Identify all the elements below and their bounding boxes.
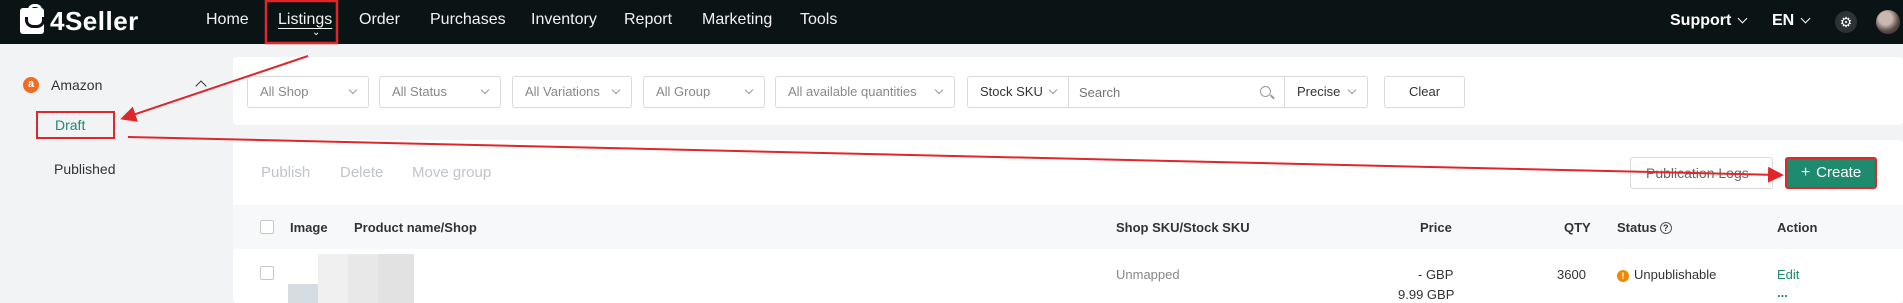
language-label: EN (1772, 12, 1795, 29)
amazon-icon: a (23, 77, 39, 93)
support-label: Support (1670, 12, 1732, 29)
column-product: Product name/Shop (354, 220, 477, 235)
shopping-bag-icon (20, 4, 45, 34)
sidebar: a Amazon Draft Published (0, 44, 220, 303)
chevron-down-icon: ⌄ (312, 27, 321, 38)
group-filter-value: All Group (656, 84, 711, 99)
nav-tools[interactable]: Tools (800, 0, 837, 44)
column-action: Action (1777, 220, 1818, 235)
shop-filter-value: All Shop (260, 84, 309, 99)
edit-link[interactable]: Edit (1777, 267, 1799, 282)
create-button[interactable]: + Create (1785, 157, 1877, 189)
nav-home[interactable]: Home (206, 0, 249, 44)
chevron-down-icon (1737, 13, 1748, 24)
status-badge: ! Unpublishable (1617, 267, 1716, 282)
match-mode-select[interactable]: Precise (1284, 76, 1368, 108)
more-actions-link[interactable]: ... (1777, 285, 1788, 300)
column-status: Status? (1617, 220, 1672, 235)
create-label: Create (1816, 164, 1862, 181)
support-menu[interactable]: Support (1670, 0, 1748, 44)
user-avatar[interactable] (1876, 10, 1900, 34)
nav-report[interactable]: Report (624, 0, 672, 44)
group-filter-select[interactable]: All Group (643, 76, 765, 108)
quantity-filter-select[interactable]: All available quantities (775, 76, 955, 108)
help-icon[interactable]: ? (1659, 222, 1672, 234)
chevron-down-icon (1347, 85, 1357, 95)
nav-marketing[interactable]: Marketing (702, 0, 772, 44)
publication-logs-label: Publication Logs (1646, 165, 1749, 181)
product-thumbnail (288, 254, 414, 303)
top-navigation-bar: 4Seller Home Listings ⌄ Order Purchases … (0, 0, 1903, 44)
language-menu[interactable]: EN (1772, 0, 1811, 44)
sidebar-item-draft[interactable]: Draft (36, 111, 115, 139)
brand-logo[interactable]: 4Seller (20, 4, 139, 36)
warning-icon: ! (1617, 270, 1629, 282)
search-icon[interactable] (1260, 86, 1271, 97)
variations-filter-select[interactable]: All Variations (512, 76, 632, 108)
nav-inventory[interactable]: Inventory (531, 0, 597, 44)
variations-filter-value: All Variations (525, 84, 600, 99)
chevron-down-icon (348, 85, 358, 95)
chevron-down-icon (1800, 13, 1811, 24)
quantity-filter-value: All available quantities (788, 84, 917, 99)
publish-button[interactable]: Publish (261, 164, 310, 181)
nav-listings-label: Listings (278, 11, 333, 28)
sidebar-item-published[interactable]: Published (54, 161, 116, 177)
chevron-down-icon (934, 85, 944, 95)
chevron-down-icon (611, 85, 621, 95)
chevron-down-icon (480, 85, 490, 95)
column-status-label: Status (1617, 220, 1657, 235)
column-qty: QTY (1564, 220, 1591, 235)
settings-gear-icon[interactable]: ⚙ (1835, 11, 1857, 33)
sku-type-value: Stock SKU (980, 84, 1043, 99)
price-range-text: - GBP (1418, 267, 1454, 282)
select-all-checkbox[interactable] (260, 220, 274, 234)
move-group-button[interactable]: Move group (412, 164, 491, 181)
sidebar-group-amazon[interactable]: a Amazon (23, 73, 213, 97)
plus-icon: + (1800, 164, 1811, 181)
brand-name: 4Seller (50, 5, 139, 36)
status-filter-select[interactable]: All Status (379, 76, 501, 108)
search-input[interactable] (1069, 76, 1284, 108)
delete-button[interactable]: Delete (340, 164, 383, 181)
nav-order[interactable]: Order (359, 0, 400, 44)
column-image: Image (290, 220, 328, 235)
sku-type-select[interactable]: Stock SKU (967, 76, 1069, 108)
shop-filter-select[interactable]: All Shop (247, 76, 369, 108)
column-price: Price (1420, 220, 1452, 235)
row-checkbox[interactable] (260, 266, 274, 280)
status-filter-value: All Status (392, 84, 447, 99)
publication-logs-button[interactable]: Publication Logs (1630, 157, 1773, 189)
clear-button[interactable]: Clear (1384, 76, 1465, 108)
chevron-up-icon[interactable] (195, 80, 207, 92)
chevron-down-icon (744, 85, 754, 95)
quantity-text: 3600 (1557, 267, 1586, 282)
sidebar-group-label: Amazon (51, 77, 103, 93)
chevron-down-icon (1048, 85, 1058, 95)
column-sku: Shop SKU/Stock SKU (1116, 220, 1250, 235)
sku-status-text: Unmapped (1116, 267, 1180, 282)
status-text: Unpublishable (1634, 267, 1717, 282)
price-text: 9.99 GBP (1398, 287, 1455, 302)
nav-purchases[interactable]: Purchases (430, 0, 506, 44)
nav-listings[interactable]: Listings ⌄ (278, 0, 332, 44)
match-mode-value: Precise (1297, 84, 1341, 99)
